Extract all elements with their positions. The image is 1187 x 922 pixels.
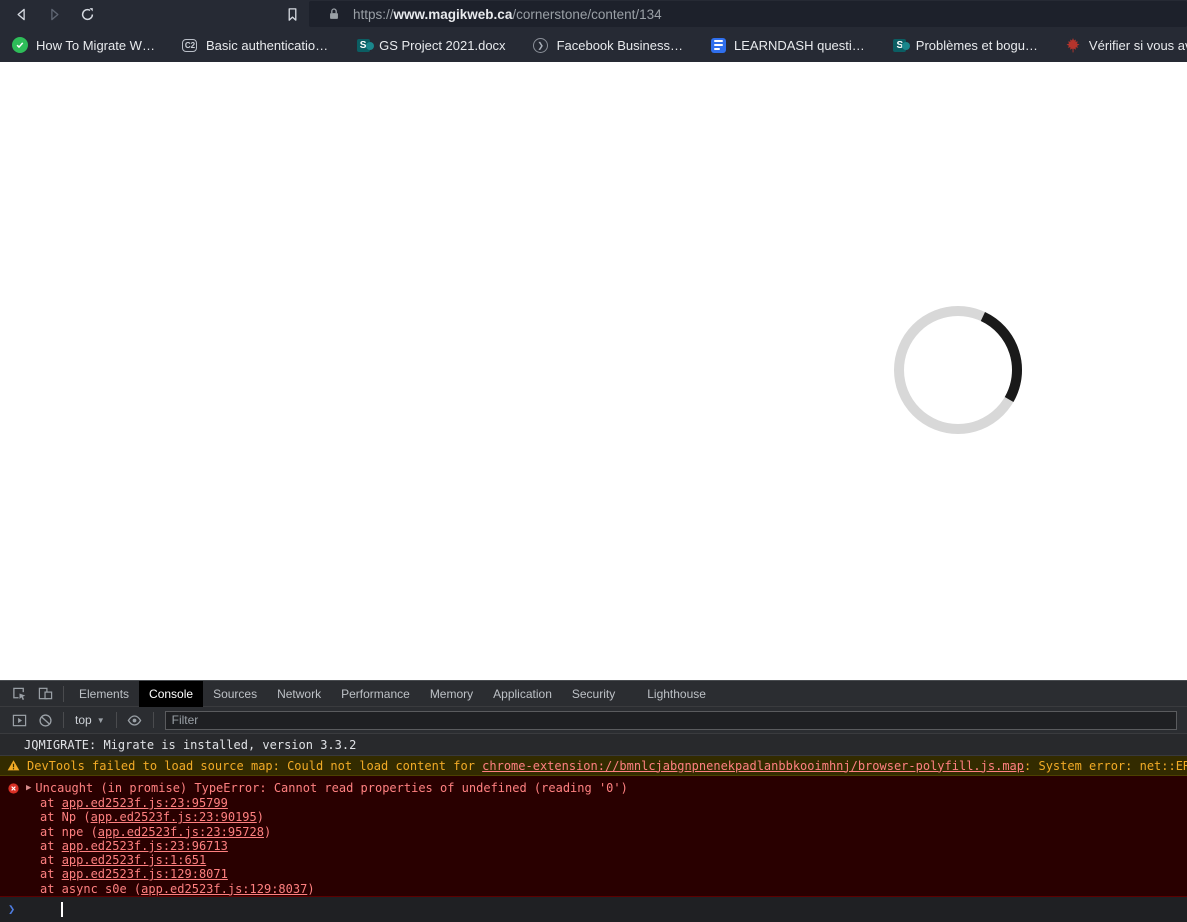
maple-leaf-icon — [1065, 37, 1081, 53]
sharepoint-icon: S — [355, 37, 371, 53]
context-selector[interactable]: top ▼ — [69, 713, 111, 727]
back-button[interactable] — [12, 5, 30, 23]
stack-frame: at app.ed2523f.js:129:8071 — [0, 867, 1187, 881]
eye-icon — [127, 713, 142, 728]
source-map-link[interactable]: chrome-extension://bmnlcjabgnpnenekpadla… — [482, 759, 1024, 773]
inspect-icon — [12, 686, 27, 701]
live-expression-button[interactable] — [122, 708, 148, 732]
check-circle-icon — [12, 37, 28, 53]
filter-input[interactable] — [165, 711, 1177, 730]
device-toolbar-icon — [38, 686, 53, 701]
forward-button[interactable] — [45, 5, 63, 23]
bookmark-label: Facebook Business… — [557, 38, 683, 53]
divider — [153, 712, 154, 728]
console-messages: JQMIGRATE: Migrate is installed, version… — [0, 734, 1187, 922]
console-info-row: JQMIGRATE: Migrate is installed, version… — [0, 734, 1187, 756]
bookmark-label: How To Migrate W… — [36, 38, 155, 53]
bookmark-label: Vérifier si vous avez… — [1089, 38, 1187, 53]
console-prompt[interactable]: ❯ — [0, 897, 1187, 922]
lock-icon[interactable] — [327, 7, 341, 21]
console-warning-row: DevTools failed to load source map: Coul… — [0, 756, 1187, 776]
reload-button[interactable] — [78, 5, 96, 23]
reload-icon — [80, 7, 95, 22]
tab-console[interactable]: Console — [139, 681, 203, 707]
bookmark-label: Problèmes et bogu… — [916, 38, 1038, 53]
bookmarks-bar: How To Migrate W… C2 Basic authenticatio… — [0, 28, 1187, 62]
c2-badge-icon: C2 — [182, 37, 198, 53]
warning-icon — [7, 759, 20, 772]
stack-frame: at npe (app.ed2523f.js:23:95728) — [0, 825, 1187, 839]
page-content — [0, 62, 1187, 680]
prompt-chevron-icon: ❯ — [8, 902, 15, 916]
text-cursor — [61, 902, 63, 917]
devtools-panel: Elements Console Sources Network Perform… — [0, 680, 1187, 922]
stack-link[interactable]: app.ed2523f.js:23:95799 — [62, 796, 228, 810]
tab-memory[interactable]: Memory — [420, 681, 483, 707]
stack-link[interactable]: app.ed2523f.js:1:651 — [62, 853, 207, 867]
error-icon — [7, 782, 20, 795]
loading-spinner — [890, 302, 1026, 438]
warning-text: DevTools failed to load source map: Coul… — [27, 759, 1187, 773]
clear-console-button[interactable] — [32, 708, 58, 732]
bookmark-label: GS Project 2021.docx — [379, 38, 505, 53]
stack-link[interactable]: app.ed2523f.js:129:8071 — [62, 867, 228, 881]
back-icon — [14, 7, 29, 22]
browser-toolbar: https://www.magikweb.ca/cornerstone/cont… — [0, 0, 1187, 28]
url-scheme: https:// — [353, 7, 394, 22]
divider — [63, 712, 64, 728]
bookmark-flag-icon — [285, 7, 300, 22]
error-message: Uncaught (in promise) TypeError: Cannot … — [35, 781, 627, 795]
stack-frame: at async s0e (app.ed2523f.js:129:8037) — [0, 882, 1187, 896]
stack-frame: at app.ed2523f.js:1:651 — [0, 853, 1187, 867]
bookmark-item[interactable]: C2 Basic authenticatio… — [182, 37, 328, 53]
divider — [116, 712, 117, 728]
tab-sources[interactable]: Sources — [203, 681, 267, 707]
devtools-tabbar: Elements Console Sources Network Perform… — [0, 681, 1187, 707]
stack-link[interactable]: app.ed2523f.js:23:95728 — [98, 825, 264, 839]
forward-icon — [47, 7, 62, 22]
stack-link[interactable]: app.ed2523f.js:23:96713 — [62, 839, 228, 853]
chevron-down-icon: ▼ — [97, 716, 105, 725]
console-info-text: JQMIGRATE: Migrate is installed, version… — [24, 738, 356, 752]
stack-link[interactable]: app.ed2523f.js:129:8037 — [141, 882, 307, 896]
divider — [63, 686, 64, 702]
tab-security[interactable]: Security — [562, 681, 625, 707]
clear-console-icon — [38, 713, 53, 728]
console-sidebar-icon — [12, 713, 27, 728]
console-toolbar: top ▼ — [0, 707, 1187, 734]
bookmark-label: Basic authenticatio… — [206, 38, 328, 53]
tab-lighthouse[interactable]: Lighthouse — [637, 681, 716, 707]
bookmark-item[interactable]: S GS Project 2021.docx — [355, 37, 505, 53]
circle-arrow-icon: ❯ — [533, 37, 549, 53]
stack-frame: at Np (app.ed2523f.js:23:90195) — [0, 810, 1187, 824]
tab-performance[interactable]: Performance — [331, 681, 420, 707]
url-path: /cornerstone/content/134 — [512, 7, 661, 22]
tab-application[interactable]: Application — [483, 681, 562, 707]
document-lines-icon — [710, 37, 726, 53]
url-text: https://www.magikweb.ca/cornerstone/cont… — [353, 7, 662, 22]
bookmark-item[interactable]: S Problèmes et bogu… — [892, 37, 1038, 53]
stack-frame: at app.ed2523f.js:23:96713 — [0, 839, 1187, 853]
device-toolbar-button[interactable] — [32, 682, 58, 706]
bookmark-flag-button[interactable] — [283, 5, 301, 23]
tab-network[interactable]: Network — [267, 681, 331, 707]
disclosure-triangle-icon[interactable]: ▶ — [26, 783, 31, 793]
console-error-row: ▶ Uncaught (in promise) TypeError: Canno… — [0, 776, 1187, 897]
stack-link[interactable]: app.ed2523f.js:23:90195 — [91, 810, 257, 824]
bookmark-label: LEARNDASH questi… — [734, 38, 865, 53]
url-host: www.magikweb.ca — [394, 7, 513, 22]
inspect-element-button[interactable] — [6, 682, 32, 706]
bookmark-item[interactable]: How To Migrate W… — [12, 37, 155, 53]
bookmark-item[interactable]: LEARNDASH questi… — [710, 37, 865, 53]
sharepoint-icon: S — [892, 37, 908, 53]
console-sidebar-button[interactable] — [6, 708, 32, 732]
bookmark-item[interactable]: Vérifier si vous avez… — [1065, 37, 1187, 53]
bookmark-item[interactable]: ❯ Facebook Business… — [533, 37, 683, 53]
url-bar[interactable]: https://www.magikweb.ca/cornerstone/cont… — [309, 1, 1187, 27]
tab-elements[interactable]: Elements — [69, 681, 139, 707]
stack-frame: at app.ed2523f.js:23:95799 — [0, 796, 1187, 810]
